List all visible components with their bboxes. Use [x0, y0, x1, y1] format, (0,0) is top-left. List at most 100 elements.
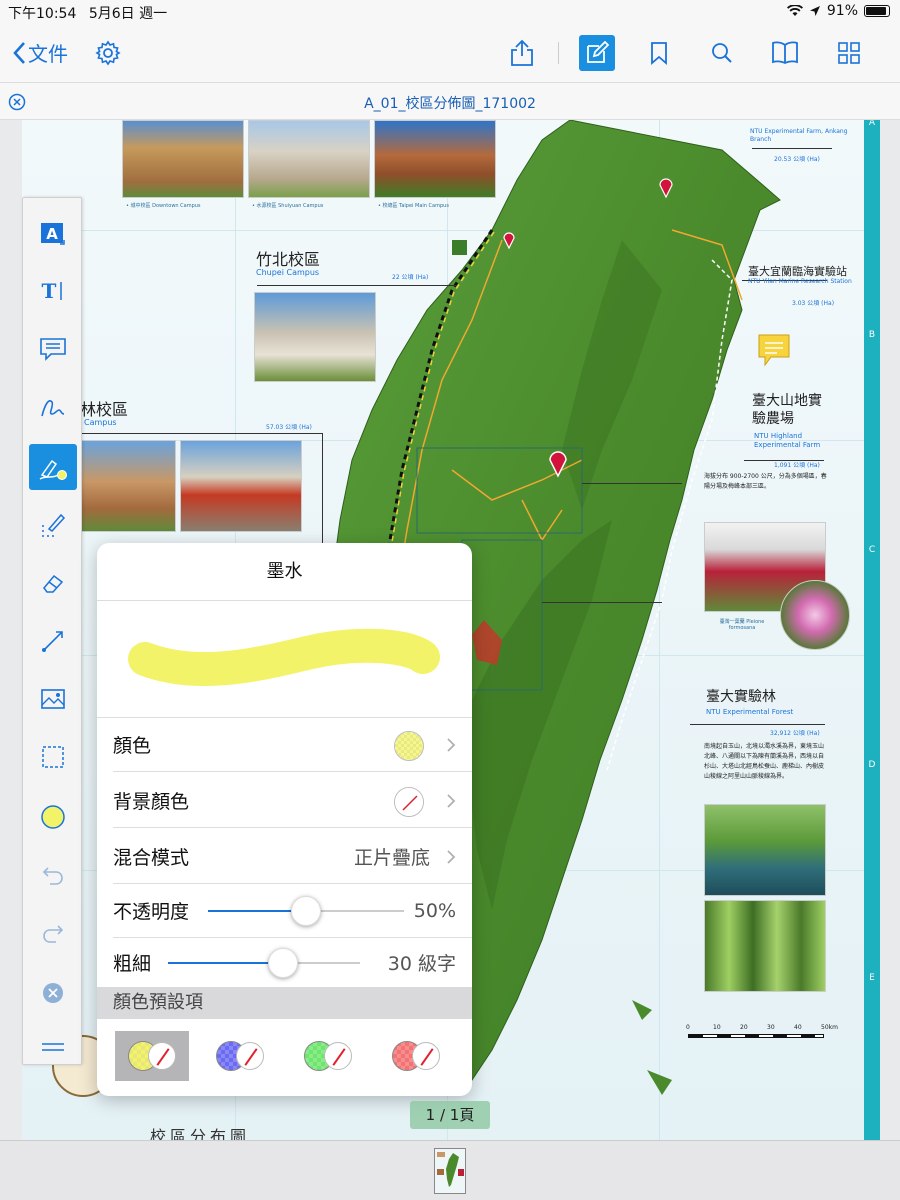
grid-index-strip: A B C D E — [864, 120, 880, 1140]
no-color-icon — [395, 788, 423, 816]
settings-button[interactable] — [91, 36, 125, 70]
color-preset[interactable] — [115, 1031, 189, 1081]
close-palette-button[interactable] — [29, 970, 77, 1016]
ink-tool[interactable] — [29, 444, 77, 490]
reader-button[interactable] — [768, 36, 802, 70]
grid-letter: B — [868, 330, 876, 340]
highland-area: 1,091 公頃 (Ha) — [774, 462, 820, 469]
thickness-row: 粗細 30 級字 — [113, 936, 472, 990]
background-color-row[interactable]: 背景顏色 — [113, 774, 472, 828]
ink-stroke-preview — [128, 628, 440, 687]
yilan-area: 3.03 公頃 (Ha) — [792, 300, 835, 307]
color-dot-icon — [41, 805, 65, 829]
chupei-campus-photo — [254, 292, 376, 382]
color-preset[interactable] — [203, 1031, 277, 1081]
leader-line — [582, 483, 682, 484]
ink-color-swatch — [394, 731, 424, 761]
sticky-note-icon[interactable] — [757, 333, 791, 367]
blend-mode-row[interactable]: 混合模式 正片疊底 — [113, 830, 472, 884]
signature-tool[interactable] — [29, 384, 77, 430]
eraser-tool[interactable] — [29, 560, 77, 606]
search-button[interactable] — [705, 36, 739, 70]
wifi-icon — [786, 5, 803, 16]
undo-button[interactable] — [29, 852, 77, 898]
downtown-campus-photo — [122, 120, 244, 198]
line-tool[interactable] — [29, 618, 77, 664]
highland-subtitle: NTU Highland Experimental Farm — [754, 432, 821, 449]
share-button[interactable] — [505, 36, 539, 70]
highlighter-tool[interactable] — [29, 502, 77, 548]
page-thumbnail[interactable] — [434, 1148, 466, 1194]
ankang-area: 20.53 公頃 (Ha) — [774, 156, 820, 163]
thumbnails-grid-button[interactable] — [832, 36, 866, 70]
chupei-title: 竹北校區 — [256, 250, 321, 269]
scale-label: 0 — [686, 1024, 690, 1031]
thickness-slider-thumb[interactable] — [268, 948, 299, 978]
open-book-icon — [772, 41, 798, 65]
svg-text:T: T — [42, 279, 57, 303]
share-icon — [511, 39, 533, 66]
grid-letter: C — [868, 545, 876, 555]
blend-mode-value: 正片疊底 — [353, 847, 430, 869]
text-box-icon: A — [41, 223, 65, 245]
grid-letter: E — [869, 973, 875, 983]
leader-line — [690, 724, 825, 725]
signature-icon — [41, 400, 65, 417]
chupei-subtitle: Chupei Campus — [256, 268, 320, 277]
pencil-edit-icon — [587, 41, 609, 63]
ink-color-button[interactable] — [29, 794, 77, 840]
leader-line — [257, 285, 457, 286]
status-date: 5月6日 週一 — [88, 6, 168, 22]
opacity-value: 50% — [413, 899, 456, 922]
ink-preview — [97, 601, 472, 718]
forest-photo-2 — [704, 900, 826, 992]
yunlin-title: 林校區 — [80, 400, 129, 419]
back-to-files-button[interactable]: 文件 — [12, 38, 68, 67]
palette-drag-handle[interactable] — [29, 1024, 77, 1070]
page-indicator: 1 / 1頁 — [410, 1101, 490, 1129]
toolbar: 文件 — [0, 24, 900, 82]
main-caption: • 校總區 Taipei Main Campus — [378, 203, 449, 209]
bookmark-button[interactable] — [642, 36, 676, 70]
redo-button[interactable] — [29, 910, 77, 956]
preset-no-background-icon — [236, 1042, 264, 1070]
yunlin-campus-photo-2 — [180, 440, 302, 532]
selection-tool[interactable] — [29, 734, 77, 780]
image-icon — [41, 689, 65, 709]
scale-label: 20 — [740, 1024, 748, 1031]
scale-label: 50km — [821, 1024, 838, 1031]
leader-line — [752, 148, 832, 149]
color-row[interactable]: 顏色 — [113, 718, 472, 772]
opacity-row: 不透明度 50% — [113, 884, 472, 938]
flower-caption: 臺灣一葉蘭 Pleione formosana — [719, 619, 765, 631]
color-preset[interactable] — [291, 1031, 365, 1081]
annotate-button[interactable] — [579, 35, 615, 71]
forest-subtitle: NTU Experimental Forest — [706, 708, 794, 716]
note-tool[interactable] — [29, 326, 77, 372]
status-time: 下午10:54 — [8, 6, 77, 22]
drag-handle-icon — [42, 1043, 64, 1051]
highlighter-icon — [42, 513, 66, 537]
image-tool[interactable] — [29, 676, 77, 722]
opacity-slider-thumb[interactable] — [291, 896, 321, 926]
preset-no-background-icon — [148, 1042, 176, 1070]
text-box-tool[interactable]: A — [29, 210, 77, 256]
scale-label: 30 — [767, 1024, 775, 1031]
leader-line — [542, 602, 662, 603]
map-bottom-title: 校區分布圖 — [150, 1127, 251, 1140]
scale-label: 40 — [794, 1024, 802, 1031]
toolbar-separator — [558, 42, 559, 64]
location-arrow-icon — [809, 6, 820, 16]
status-time-date: 下午10:54 5月6日 週一 — [8, 3, 167, 23]
blend-mode-label: 混合模式 — [113, 847, 190, 869]
battery-percent: 91% — [826, 3, 858, 19]
close-circle-icon — [43, 983, 63, 1003]
free-text-tool[interactable]: T — [29, 268, 77, 314]
gear-icon — [95, 40, 121, 66]
forest-photo-1 — [704, 804, 826, 896]
thickness-value: 30 級字 — [387, 953, 456, 975]
orchid-photo — [780, 580, 850, 650]
shuiyuan-caption: • 水源校區 Shuiyuan Campus — [252, 203, 324, 209]
color-preset[interactable] — [379, 1031, 453, 1081]
leader-line — [322, 433, 323, 543]
